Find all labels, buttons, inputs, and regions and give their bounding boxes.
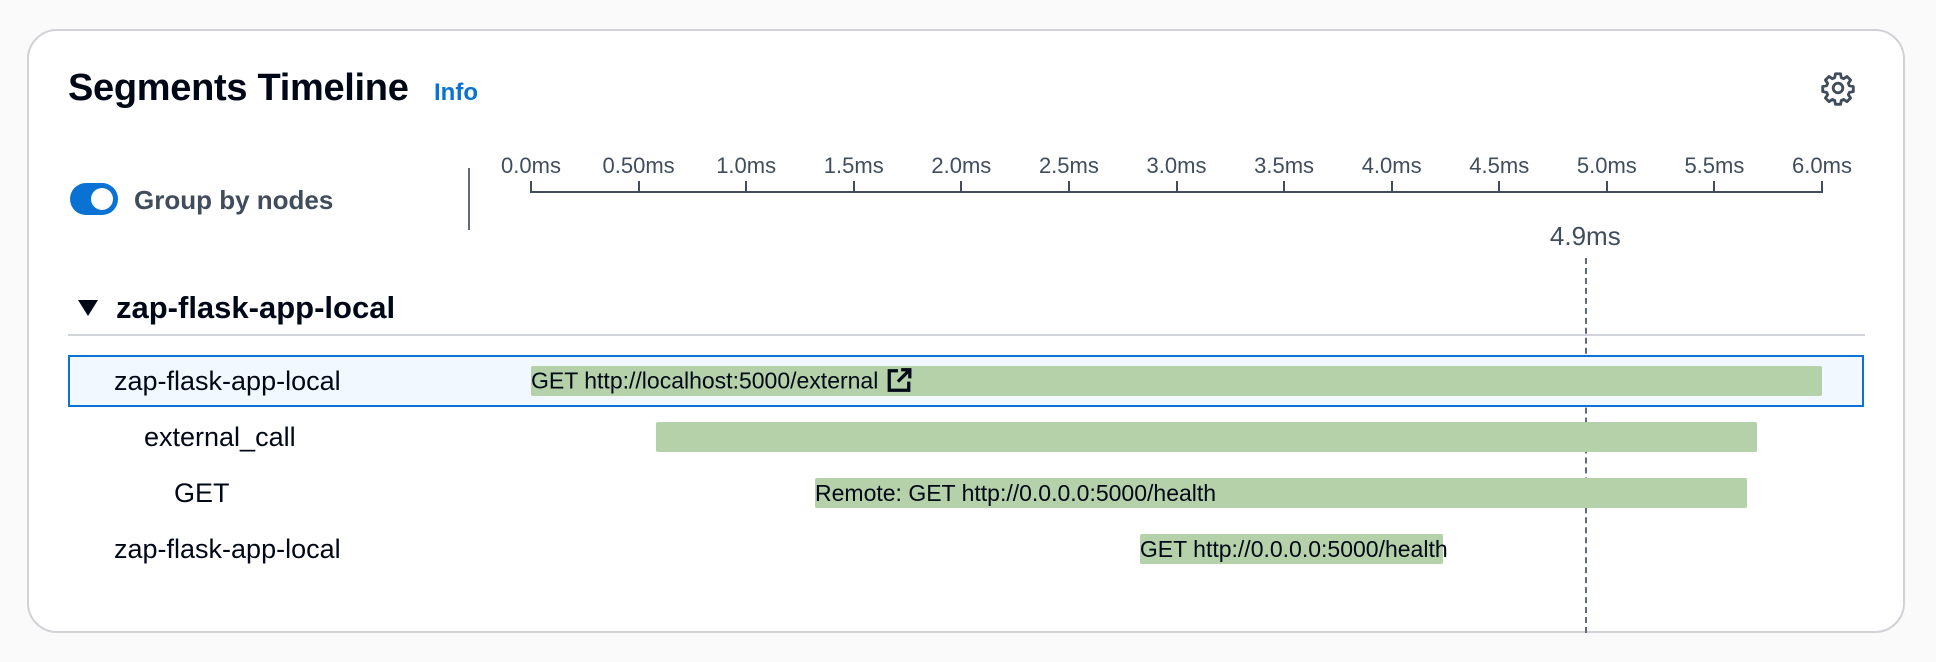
axis-tick (1175, 181, 1178, 193)
segment-name: GET (174, 478, 230, 508)
external-link-icon[interactable] (886, 367, 912, 393)
page-title: Segments Timeline (68, 67, 409, 109)
group-divider (68, 334, 1865, 336)
group-by-nodes-label: Group by nodes (134, 185, 334, 215)
axis-tick (1390, 181, 1393, 193)
caret-down-icon[interactable] (78, 300, 98, 316)
segment-bar-text: GET http://localhost:5000/external (531, 367, 879, 394)
toolbar-divider (468, 168, 470, 230)
segment-bar-text: GET http://0.0.0.0:5000/health (1139, 536, 1448, 562)
axis-tick-label: 0.0ms (501, 153, 561, 178)
axis-tick-label: 1.0ms (716, 153, 777, 178)
segment-name: zap-flask-app-local (114, 366, 341, 396)
segment-bar[interactable] (655, 422, 1758, 452)
segment-bar-label: Remote: GET http://0.0.0.0:5000/health (815, 479, 1216, 507)
axis-tick-label: 6.0ms (1792, 153, 1852, 178)
segment-row[interactable]: GET Remote: GET http://0.0.0.0:5000/healt… (68, 467, 1864, 519)
segment-bar[interactable]: GET http://localhost:5000/external (531, 366, 1822, 396)
axis-tick-label: 5.0ms (1576, 153, 1637, 178)
segment-name: zap-flask-app-local (114, 534, 341, 564)
segment-bar-text: Remote: GET http://0.0.0.0:5000/health (815, 480, 1217, 506)
axis-tick (1283, 181, 1286, 193)
axis-tick (530, 181, 532, 193)
segment-row[interactable]: zap-flask-app-local GET http://0.0.0.0:50… (68, 523, 1864, 575)
axis-tick (852, 181, 855, 193)
axis-tick-label: 4.0ms (1361, 153, 1422, 178)
toggle-knob (91, 188, 113, 210)
axis-tick-label: 2.5ms (1038, 153, 1099, 178)
axis-tick (960, 181, 963, 193)
info-link[interactable]: Info (434, 78, 478, 108)
axis-tick (745, 181, 748, 193)
gear-icon[interactable] (1820, 70, 1856, 106)
axis-tick-label: 3.0ms (1146, 153, 1207, 178)
segment-bar[interactable]: GET http://0.0.0.0:5000/health (1139, 534, 1448, 564)
axis-tick-label: 2.0ms (931, 153, 992, 178)
cursor-time-label: 4.9ms (1549, 221, 1621, 251)
axis-tick (637, 181, 640, 193)
axis-tick (1498, 181, 1501, 193)
axis-tick (1605, 181, 1608, 193)
segment-name: external_call (144, 422, 296, 452)
axis-tick-label: 0.50ms (602, 153, 675, 178)
group-by-nodes-toggle[interactable] (70, 183, 118, 215)
axis-tick (1821, 181, 1823, 193)
group-label: zap-flask-app-local (116, 290, 396, 325)
segment-row[interactable]: external_call (68, 411, 1864, 463)
axis-tick (1067, 181, 1070, 193)
axis-tick-label: 5.5ms (1684, 153, 1745, 178)
axis-tick-label: 1.5ms (823, 153, 884, 178)
axis-tick (1713, 181, 1716, 193)
axis-tick-label: 4.5ms (1469, 153, 1530, 178)
segment-bar-label: GET http://0.0.0.0:5000/health (1140, 535, 1448, 563)
segment-row[interactable]: zap-flask-app-local GET http://localhost:… (68, 355, 1864, 407)
segment-bar-label: GET http://localhost:5000/external (531, 367, 912, 396)
axis-tick-label: 3.5ms (1254, 153, 1315, 178)
segment-bar[interactable]: Remote: GET http://0.0.0.0:5000/health (815, 478, 1747, 508)
